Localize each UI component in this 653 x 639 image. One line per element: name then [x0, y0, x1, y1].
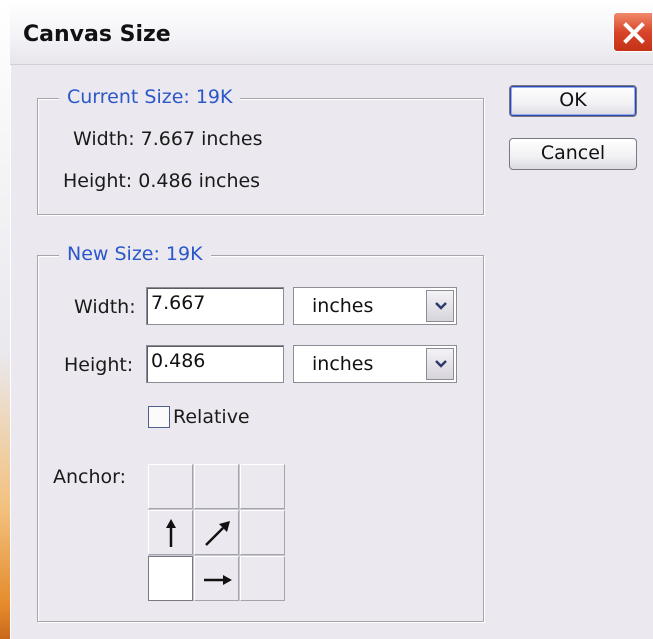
- height-unit-select[interactable]: inches: [293, 345, 457, 383]
- ok-button[interactable]: OK: [509, 85, 637, 117]
- current-width-text: Width: 7.667 inches: [73, 128, 263, 150]
- chevron-down-icon: [435, 302, 447, 310]
- close-button[interactable]: [613, 12, 653, 52]
- anchor-bottom-left-selected[interactable]: [148, 556, 193, 601]
- anchor-top-center[interactable]: [194, 464, 239, 509]
- canvas-size-dialog: Canvas Size Current Size: 19K Width: 7.6…: [10, 0, 653, 639]
- current-height-text: Height: 0.486 inches: [63, 170, 261, 192]
- anchor-grid: [148, 464, 285, 601]
- anchor-middle-left[interactable]: [148, 510, 193, 555]
- anchor-center[interactable]: [194, 510, 239, 555]
- height-unit-dropdown-button[interactable]: [426, 348, 454, 380]
- anchor-middle-right[interactable]: [240, 510, 285, 555]
- anchor-label: Anchor:: [53, 466, 127, 488]
- relative-label[interactable]: Relative: [173, 406, 250, 428]
- width-input[interactable]: 7.667: [146, 287, 284, 325]
- window-title: Canvas Size: [23, 22, 171, 47]
- arrow-up-icon: [166, 519, 176, 547]
- relative-checkbox[interactable]: [148, 406, 170, 428]
- height-label: Height:: [64, 354, 134, 376]
- height-unit-value: inches: [312, 353, 374, 375]
- title-bar[interactable]: Canvas Size: [10, 0, 653, 65]
- width-unit-select[interactable]: inches: [293, 287, 457, 325]
- close-icon: [623, 22, 645, 44]
- desktop-background: [0, 0, 10, 639]
- cancel-button[interactable]: Cancel: [509, 138, 637, 170]
- height-input[interactable]: 0.486: [146, 345, 284, 383]
- new-size-legend: New Size: 19K: [59, 243, 211, 265]
- anchor-top-right[interactable]: [240, 464, 285, 509]
- chevron-down-icon: [435, 360, 447, 368]
- current-size-legend: Current Size: 19K: [59, 86, 241, 108]
- anchor-bottom-right[interactable]: [240, 556, 285, 601]
- anchor-bottom-center[interactable]: [194, 556, 239, 601]
- width-unit-dropdown-button[interactable]: [426, 290, 454, 322]
- arrow-up-right-icon: [205, 521, 230, 546]
- anchor-top-left[interactable]: [148, 464, 193, 509]
- width-label: Width:: [74, 296, 136, 318]
- current-size-group: [37, 98, 484, 215]
- arrow-right-icon: [204, 575, 232, 585]
- width-unit-value: inches: [312, 295, 374, 317]
